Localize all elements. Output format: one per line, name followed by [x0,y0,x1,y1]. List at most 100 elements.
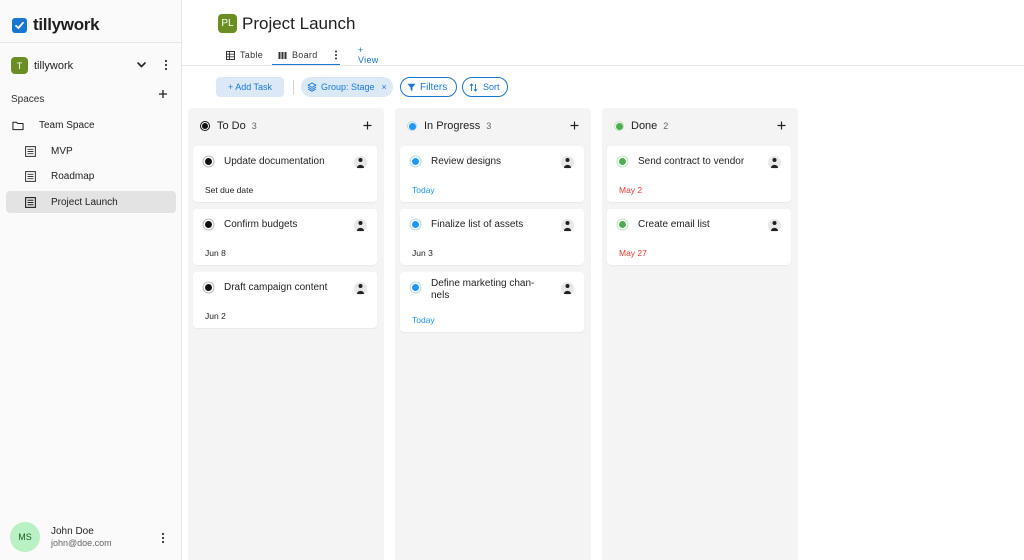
assignee-avatar-icon[interactable] [354,219,367,232]
card-title: Define marketing chan-nels [431,278,535,301]
task-card[interactable]: Finalize list of assets Jun 3 [400,209,584,265]
user-email: john@doe.com [51,538,112,548]
sort-icon [469,82,478,92]
assignee-avatar-icon[interactable] [354,156,367,169]
assignee-avatar-icon[interactable] [768,219,781,232]
add-task-button[interactable]: + Add Task [216,77,284,97]
sidebar-item-team-space[interactable]: Team Space [6,114,176,136]
due-date[interactable]: Jun 3 [412,248,433,258]
filter-icon [407,83,416,92]
sort-label: Sort [483,82,500,92]
header-divider [182,65,1024,66]
column-header: In Progress 3 [407,119,491,133]
assignee-avatar-icon[interactable] [561,156,574,169]
card-title: Review designs [431,156,502,167]
spaces-header: Spaces [11,89,171,105]
due-date[interactable]: Jun 2 [205,311,226,321]
user-profile[interactable]: MS John Doe john@doe.com [10,522,175,552]
sidebar-item-label: Team Space [39,119,95,131]
add-view-button[interactable]: + View [358,45,379,65]
more-vertical-icon[interactable] [161,58,171,72]
folder-icon [12,119,24,131]
assignee-avatar-icon[interactable] [561,219,574,232]
layers-icon [307,82,317,92]
task-card[interactable]: Update documentation Set due date [193,146,377,202]
sidebar-divider [0,42,181,43]
list-icon [24,170,36,182]
status-in-progress-icon [407,121,417,131]
page-title: Project Launch [242,14,356,33]
card-title: Send contract to vendor [638,156,745,167]
add-space-icon[interactable] [158,89,168,99]
sidebar-item-roadmap[interactable]: Roadmap [6,165,176,187]
status-in-progress-icon [412,158,419,165]
status-done-icon [614,121,624,131]
workspace-switcher[interactable]: T tillywork [11,56,173,75]
sidebar: tillywork T tillywork Spaces Team Space … [0,0,182,560]
card-title: Confirm budgets [224,219,298,230]
task-card[interactable]: Send contract to vendor May 2 [607,146,791,202]
task-card[interactable]: Define marketing chan-nels Today [400,272,584,332]
task-card[interactable]: Create email list May 27 [607,209,791,265]
status-in-progress-icon [412,221,419,228]
logo-check-icon [12,17,27,33]
assignee-avatar-icon[interactable] [768,156,781,169]
avatar: MS [10,522,40,552]
app-name: tillywork [33,15,100,34]
due-date[interactable]: May 2 [619,185,642,195]
card-title: Draft campaign content [224,282,328,293]
column-count: 3 [486,121,492,131]
add-card-icon[interactable] [363,121,372,130]
column-header: Done 2 [614,119,668,133]
due-date[interactable]: May 27 [619,248,647,258]
user-name: John Doe [51,526,94,537]
list-icon [24,196,36,208]
sidebar-item-project-launch[interactable]: Project Launch [6,191,176,213]
list-icon [24,145,36,157]
board-column-in-progress: In Progress 3 Review designs Today Final… [395,108,591,560]
more-vertical-icon[interactable] [158,531,168,545]
filters-button[interactable]: Filters [400,77,457,97]
task-card[interactable]: Draft campaign content Jun 2 [193,272,377,328]
close-icon[interactable]: × [382,82,387,92]
task-card[interactable]: Review designs Today [400,146,584,202]
status-todo-icon [205,221,212,228]
status-done-icon [619,221,626,228]
tab-label: Board [292,50,318,60]
due-date[interactable]: Today [412,315,435,325]
workspace-name: tillywork [34,59,74,72]
column-title: To Do [217,120,246,132]
tab-board[interactable]: Board [278,45,318,65]
toolbar-divider [293,80,294,95]
column-count: 2 [663,121,669,131]
status-done-icon [619,158,626,165]
sort-button[interactable]: Sort [462,77,508,97]
due-date[interactable]: Set due date [205,185,253,195]
assignee-avatar-icon[interactable] [354,282,367,295]
board-icon [278,50,288,60]
project-avatar: PL [218,14,237,33]
due-date[interactable]: Jun 8 [205,248,226,258]
board-column-done: Done 2 Send contract to vendor May 2 Cre… [602,108,798,560]
more-vertical-icon[interactable] [332,49,340,61]
status-todo-icon [205,158,212,165]
column-title: In Progress [424,120,481,132]
column-title: Done [631,120,658,132]
app-logo[interactable]: tillywork [12,14,100,36]
task-card[interactable]: Confirm budgets Jun 8 [193,209,377,265]
sidebar-item-label: MVP [51,145,73,157]
add-card-icon[interactable] [570,121,579,130]
tab-table[interactable]: Table [226,45,263,65]
assignee-avatar-icon[interactable] [561,282,574,295]
board-column-todo: To Do 3 Update documentation Set due dat… [188,108,384,560]
status-in-progress-icon [412,284,419,291]
tab-label: Table [240,50,264,60]
card-title: Finalize list of assets [431,219,524,230]
card-title: Create email list [638,219,710,230]
sidebar-item-mvp[interactable]: MVP [6,140,176,162]
due-date[interactable]: Today [412,185,435,195]
add-card-icon[interactable] [777,121,786,130]
chevron-down-icon[interactable] [136,59,147,70]
column-count: 3 [251,121,257,131]
group-by-chip[interactable]: Group: Stage × [301,77,393,97]
